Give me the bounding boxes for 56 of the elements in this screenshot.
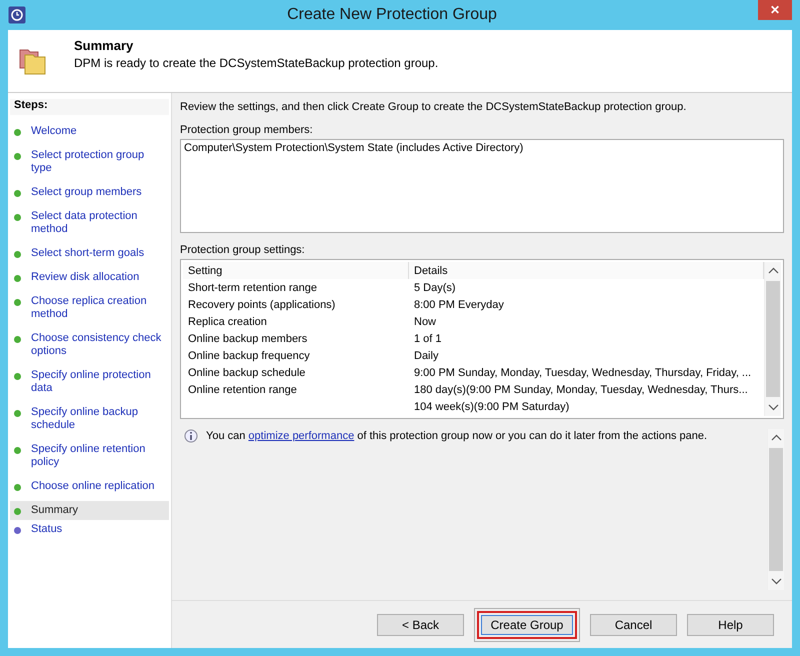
- intro-text: Review the settings, and then click Create Group to create the DCSystemStateBackup protection group.: [180, 101, 688, 113]
- scrollbar[interactable]: [767, 429, 784, 590]
- info-icon: [184, 429, 198, 443]
- table-cell-text: 1 of 1: [413, 332, 443, 344]
- scroll-up-icon[interactable]: [770, 434, 782, 441]
- dialog-button[interactable]: Help: [687, 614, 774, 636]
- step-item[interactable]: Select short-term goals: [10, 244, 169, 263]
- page-title: Summary: [74, 38, 134, 53]
- optimize-link[interactable]: optimize performance: [248, 430, 354, 442]
- scroll-thumb[interactable]: [766, 281, 780, 397]
- scroll-up-icon[interactable]: [768, 267, 778, 274]
- table-cell-text: 9:00 PM Sunday, Monday, Tuesday, Wednesday, Thursday, Friday, ...: [413, 366, 752, 378]
- step-item[interactable]: Select protection group type: [10, 146, 169, 178]
- table-cell-text: 104 week(s)(9:00 PM Saturday): [413, 400, 570, 412]
- scrollbar[interactable]: [764, 262, 781, 416]
- dialog-button[interactable]: < Back: [377, 614, 464, 636]
- close-button[interactable]: ✕: [758, 0, 792, 20]
- step-item[interactable]: Choose replica creation method: [10, 292, 169, 324]
- table-cell-text: 8:00 PM Everyday: [413, 298, 505, 310]
- table-cell-text: Recovery points (applications): [187, 298, 336, 310]
- steps-heading: Steps:: [10, 99, 169, 115]
- table-cell-text: Online backup schedule: [187, 366, 306, 378]
- table-cell-text: 180 day(s)(9:00 PM Sunday, Monday, Tuesday, Wednesday, Thurs...: [413, 384, 749, 396]
- clock-icon: [8, 6, 26, 24]
- table-cell-text: Now: [413, 316, 438, 328]
- step-item[interactable]: Choose online replication: [10, 477, 169, 496]
- step-item[interactable]: Status: [10, 520, 169, 539]
- step-item[interactable]: Specify online backup schedule: [10, 403, 169, 435]
- members-label: Protection group members:: [180, 124, 314, 136]
- dialog-button[interactable]: Create Group: [474, 608, 580, 642]
- scroll-down-icon[interactable]: [768, 404, 778, 411]
- table-cell-text: 5 Day(s): [413, 282, 457, 294]
- column-header[interactable]: Details: [409, 262, 764, 279]
- column-header[interactable]: Setting: [183, 262, 409, 279]
- scroll-down-icon[interactable]: [770, 578, 782, 585]
- member-item[interactable]: Computer\System Protection\System State (includes Active Directory): [184, 142, 780, 154]
- settings-label: Protection group settings:: [180, 244, 306, 256]
- window-title: Create New Protection Group: [286, 6, 498, 24]
- page-subtitle: DPM is ready to create the DCSystemStateBackup protection group.: [74, 56, 438, 70]
- step-item[interactable]: Review disk allocation: [10, 268, 169, 287]
- table-cell-text: Replica creation: [187, 316, 268, 328]
- step-item[interactable]: Select data protection method: [10, 207, 169, 239]
- table-cell-text: Online backup members: [187, 332, 308, 344]
- step-item[interactable]: Choose consistency check options: [10, 329, 169, 361]
- step-item[interactable]: Summary: [10, 501, 169, 520]
- table-cell-text: Online retention range: [187, 384, 298, 396]
- step-item[interactable]: Select group members: [10, 183, 169, 202]
- step-item[interactable]: Specify online retention policy: [10, 440, 169, 472]
- info-message: You can optimize performance of this protection group now or you can do it later from the actions pane.: [206, 429, 708, 443]
- table-cell-text: Daily: [413, 350, 440, 362]
- table-cell-text: Online backup frequency: [187, 350, 311, 362]
- step-item[interactable]: Specify online protection data: [10, 366, 169, 398]
- scroll-thumb[interactable]: [769, 448, 783, 571]
- table-cell-text: Short-term retention range: [187, 282, 318, 294]
- dialog-button[interactable]: Cancel: [590, 614, 677, 636]
- step-item[interactable]: Welcome: [10, 122, 169, 141]
